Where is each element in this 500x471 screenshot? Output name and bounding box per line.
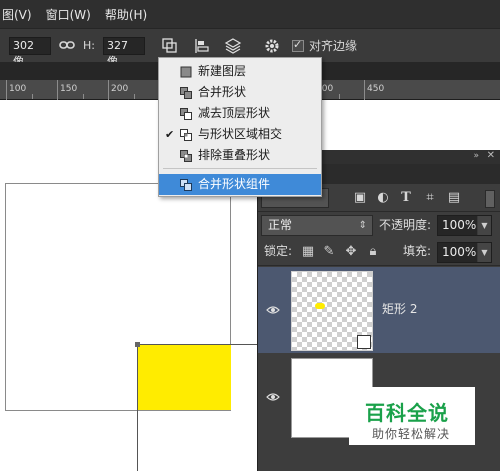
collapse-icon[interactable]: » [473,151,479,161]
ruler-major-line [364,80,365,100]
lock-paint-icon[interactable]: ✎ [321,244,337,260]
height-label: H: [83,39,95,52]
ruler-minor-line [134,94,135,99]
lock-all-icon[interactable]: 🔒︎ [365,244,381,260]
shape-filter-icon[interactable]: ⌗ [422,190,438,206]
subtract-shape-icon [180,108,192,120]
vector-mask-icon [357,335,371,349]
ruler-major-line [57,80,58,100]
menu-item-label: 新建图层 [198,64,247,78]
blend-mode-select[interactable]: 正常 ⇕ [261,215,373,236]
filter-toggle[interactable] [485,190,495,208]
lock-position-icon[interactable]: ✥ [343,244,359,260]
menu-item-label: 减去顶层形状 [198,106,271,120]
ruler-minor-line [83,94,84,99]
ruler-minor-line [32,94,33,99]
ruler-tick: 200 [111,84,129,94]
fill-label: 填充: [403,244,432,258]
combine-shapes-icon [180,87,192,99]
eye-icon[interactable] [266,390,280,404]
ruler-major-line [6,80,7,100]
link-icon[interactable] [58,36,78,56]
select-arrows-icon: ⇕ [358,220,367,231]
ruler-major-line [108,80,109,100]
exclude-shapes-icon [180,150,192,162]
anchor-point[interactable] [135,342,140,347]
chevron-down-icon[interactable]: ▼ [477,243,491,262]
opacity-label: 不透明度: [379,218,432,232]
menu-item-intersect-shape-areas[interactable]: ✔ 与形状区域相交 [159,124,321,145]
path-operations-menu: 新建图层 合并形状 减去顶层形状 ✔ 与形状区域相交 排除重叠形状 合并形状组件 [158,57,322,197]
opacity-field[interactable]: 100% ▼ [437,215,492,236]
layer-name[interactable]: 矩形 2 [382,300,417,317]
menu-item-label: 合并形状组件 [198,177,271,191]
eye-icon[interactable] [266,303,280,317]
chevron-down-icon[interactable]: ▼ [477,216,491,235]
shape-preview [315,303,325,309]
width-field[interactable]: 302 像 [9,37,51,68]
menu-item-label: 排除重叠形状 [198,148,271,162]
menu-bar: 图(V) 窗口(W) 帮助(H) [0,0,500,28]
lock-row: 锁定: ▦ ✎ ✥ 🔒︎ 填充: 100% ▼ [258,240,500,266]
path-operations-icon[interactable] [160,36,180,56]
path-edge [137,344,258,345]
gear-icon[interactable] [262,36,282,56]
watermark-subtitle: 助你轻松解决 [372,427,451,441]
checkmark-icon: ✔ [165,128,175,141]
ruler-tick: 150 [60,84,78,94]
menu-item-new-layer[interactable]: 新建图层 [159,61,321,82]
intersect-shape-icon [180,129,192,141]
ruler-minor-line [339,94,340,99]
new-layer-icon [180,66,192,78]
adjustment-filter-icon[interactable]: ◐ [375,190,391,206]
fill-value: 100% [442,245,477,259]
fill-field[interactable]: 100% ▼ [437,242,492,263]
layer-thumbnail [291,271,373,351]
menu-divider [163,168,317,169]
blend-mode-value: 正常 [268,218,293,232]
image-filter-icon[interactable]: ▣ [352,190,368,206]
opacity-value: 100% [442,218,477,232]
yellow-rectangle[interactable] [137,344,231,410]
ruler-tick: 450 [367,84,385,94]
blend-row: 正常 ⇕ 不透明度: 100% ▼ [258,212,500,240]
menu-item-label: 合并形状 [198,85,247,99]
align-edges-checkbox[interactable] [292,38,304,52]
watermark: 百科全说 助你轻松解决 [349,387,475,445]
layer-row[interactable]: 矩形 2 [258,267,500,353]
menu-view[interactable]: 图(V) [0,6,38,23]
align-edges-label: 对齐边缘 [309,39,358,53]
menu-item-label: 与形状区域相交 [198,127,283,141]
lock-label: 锁定: [264,244,293,258]
ruler-tick: 100 [9,84,27,94]
lock-transparency-icon[interactable]: ▦ [300,244,316,260]
menu-item-combine-shapes[interactable]: 合并形状 [159,82,321,103]
path-arrangement-icon[interactable] [222,36,242,56]
menu-item-exclude-overlapping-shapes[interactable]: 排除重叠形状 [159,145,321,166]
watermark-title: 百科全说 [365,401,449,425]
menu-window[interactable]: 窗口(W) [40,6,97,23]
menu-help[interactable]: 帮助(H) [99,6,153,23]
path-alignment-icon[interactable] [192,36,212,56]
type-filter-icon[interactable]: T [398,190,414,206]
merge-components-icon [180,179,192,191]
height-field[interactable]: 327 像 [103,37,145,68]
path-edge [137,344,138,471]
menu-item-subtract-front-shape[interactable]: 减去顶层形状 [159,103,321,124]
close-icon[interactable]: ✕ [487,150,495,161]
menu-item-merge-shape-components[interactable]: 合并形状组件 [159,174,321,195]
smart-object-filter-icon[interactable]: ▤ [446,190,462,206]
